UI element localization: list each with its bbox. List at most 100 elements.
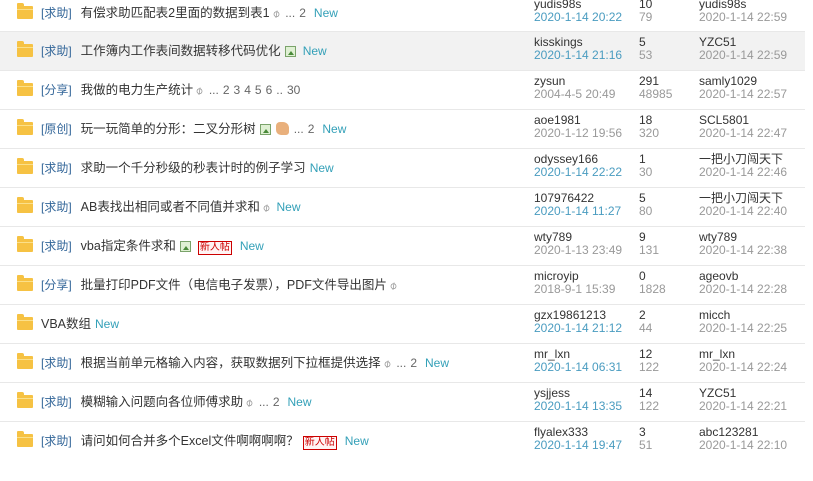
folder-icon xyxy=(17,431,33,447)
count-cell: 5 80 xyxy=(639,192,652,218)
last-post-time[interactable]: 2020-1-14 22:24 xyxy=(699,361,787,374)
thread-row: [求助] 模糊输入问题向各位师傅求助⌀... 2 New ysjjess 2020-1-1… xyxy=(0,383,805,422)
author-cell: microyip 2018-9-1 15:39 xyxy=(534,270,615,296)
last-post-time[interactable]: 2020-1-14 22:46 xyxy=(699,166,787,179)
new-badge-link[interactable]: New xyxy=(303,44,327,58)
new-badge-link[interactable]: New xyxy=(314,6,338,20)
last-post-time[interactable]: 2020-1-14 22:21 xyxy=(699,400,787,413)
new-badge-link[interactable]: New xyxy=(276,200,300,214)
folder-icon xyxy=(17,353,33,369)
thread-subject: [求助] 求助一个千分秒级的秒表计时的例子学习 New xyxy=(41,160,334,176)
post-date: 2020-1-12 19:56 xyxy=(534,126,623,140)
attachment-icon: ⌀ xyxy=(380,357,394,371)
last-post-time[interactable]: 2020-1-14 22:57 xyxy=(699,88,787,101)
page-link[interactable]: 2 xyxy=(410,356,417,370)
last-post-time[interactable]: 2020-1-14 22:47 xyxy=(699,127,787,140)
last-post-time[interactable]: 2020-1-14 22:38 xyxy=(699,244,787,257)
page-link[interactable]: 2 xyxy=(308,122,315,136)
thread-title-link[interactable]: 根据当前单元格输入内容，获取数据列下拉框提供选择 xyxy=(81,356,381,370)
post-date: 2020-1-13 23:49 xyxy=(534,243,623,257)
page-link[interactable]: 2 xyxy=(273,395,280,409)
last-post-cell: samly1029 2020-1-14 22:57 xyxy=(699,75,787,101)
new-badge-link[interactable]: New xyxy=(322,122,346,136)
thread-category[interactable]: [求助] xyxy=(41,356,72,370)
thread-category[interactable]: [分享] xyxy=(41,278,72,292)
page-link[interactable]: 6 xyxy=(266,83,273,97)
thread-row: [求助] vba指定条件求和 新人帖 New wty789 2020-1-13 23:49… xyxy=(0,227,805,266)
last-post-time[interactable]: 2020-1-14 22:59 xyxy=(699,49,787,62)
post-date: 2004-4-5 20:49 xyxy=(534,87,616,101)
folder-icon xyxy=(17,41,33,57)
new-badge-link[interactable]: New xyxy=(240,239,264,253)
view-count: 53 xyxy=(639,48,653,62)
thread-title-link[interactable]: 求助一个千分秒级的秒表计时的例子学习 xyxy=(81,161,306,175)
count-cell: 18 320 xyxy=(639,114,659,140)
count-cell: 5 53 xyxy=(639,36,652,62)
thread-row: [求助] 求助一个千分秒级的秒表计时的例子学习 New odyssey166 2020-… xyxy=(0,149,805,188)
thread-title-link[interactable]: 我做的电力生产统计 xyxy=(81,83,194,97)
count-cell: 3 51 xyxy=(639,426,652,452)
last-post-cell: YZC51 2020-1-14 22:21 xyxy=(699,387,787,413)
thread-title-link[interactable]: VBA数组 xyxy=(41,317,91,331)
pagination-ellipsis: ... xyxy=(258,395,269,409)
thread-row: [求助] 请问如何合并多个Excel文件啊啊啊啊？ 新人帖 New flyalex333… xyxy=(0,422,805,461)
page-link[interactable]: 2 xyxy=(299,6,306,20)
thread-title-link[interactable]: 工作簿内工作表间数据转移代码优化 xyxy=(81,44,281,58)
thread-subject: [求助] 请问如何合并多个Excel文件啊啊啊啊？ 新人帖 New xyxy=(41,433,369,450)
attachment-icon: ⌀ xyxy=(243,396,256,410)
thread-title-link[interactable]: 模糊输入问题向各位师傅求助 xyxy=(81,395,244,409)
thread-pagination: ... 2 xyxy=(259,395,284,409)
thread-category[interactable]: [分享] xyxy=(41,83,72,97)
last-post-time[interactable]: 2020-1-14 22:40 xyxy=(699,205,787,218)
thread-subject: [求助] vba指定条件求和 新人帖 New xyxy=(41,238,264,255)
thread-title-link[interactable]: 玩一玩简单的分形：二叉分形树 xyxy=(81,122,256,136)
count-cell: 2 44 xyxy=(639,309,652,335)
last-post-time[interactable]: 2020-1-14 22:28 xyxy=(699,283,787,296)
thread-category[interactable]: [求助] xyxy=(41,6,72,20)
thread-category[interactable]: [求助] xyxy=(41,434,72,448)
thread-subject: [求助] 根据当前单元格输入内容，获取数据列下拉框提供选择⌀... 2 New xyxy=(41,355,449,372)
thread-subject: [求助] 模糊输入问题向各位师傅求助⌀... 2 New xyxy=(41,394,312,411)
thread-title-link[interactable]: AB表找出相同或者不同值并求和 xyxy=(81,200,260,214)
post-date: 2020-1-14 21:12 xyxy=(534,321,623,335)
folder-icon xyxy=(17,119,33,135)
image-attachment-icon xyxy=(259,124,271,135)
thread-title-link[interactable]: vba指定条件求和 xyxy=(81,239,176,253)
count-cell: 0 1828 xyxy=(639,270,666,296)
page-link[interactable]: 4 xyxy=(244,83,251,97)
page-link[interactable]: 2 xyxy=(223,83,230,97)
author-cell: aoe1981 2020-1-12 19:56 xyxy=(534,114,622,140)
thread-category[interactable]: [求助] xyxy=(41,200,72,214)
thread-pagination: ... 2 xyxy=(396,356,421,370)
thread-category[interactable]: [求助] xyxy=(41,239,72,253)
pagination-ellipsis: .. xyxy=(276,83,283,97)
thread-category[interactable]: [求助] xyxy=(41,44,72,58)
last-post-cell: wty789 2020-1-14 22:38 xyxy=(699,231,787,257)
new-badge-link[interactable]: New xyxy=(345,434,369,448)
new-badge-link[interactable]: New xyxy=(288,395,312,409)
last-post-cell: SCL5801 2020-1-14 22:47 xyxy=(699,114,787,140)
author-cell: kisskings 2020-1-14 21:16 xyxy=(534,36,622,62)
thread-title-link[interactable]: 批量打印PDF文件（电信电子发票），PDF文件导出图片 xyxy=(81,278,387,292)
new-badge-link[interactable]: New xyxy=(425,356,449,370)
attachment-icon: ⌀ xyxy=(260,201,273,215)
thread-row: VBA数组 New gzx19861213 2020-1-14 21:12 2 44 mic… xyxy=(0,305,805,344)
thread-category[interactable]: [求助] xyxy=(41,161,72,175)
thread-title-link[interactable]: 请问如何合并多个Excel文件啊啊啊啊？ xyxy=(81,434,299,448)
last-post-time[interactable]: 2020-1-14 22:59 xyxy=(699,11,787,24)
page-link[interactable]: 3 xyxy=(234,83,241,97)
last-post-time[interactable]: 2020-1-14 22:25 xyxy=(699,322,787,335)
new-badge-link[interactable]: New xyxy=(95,317,119,331)
thread-row: [求助] 根据当前单元格输入内容，获取数据列下拉框提供选择⌀... 2 New mr_l… xyxy=(0,344,805,383)
page-link[interactable]: 30 xyxy=(287,83,300,97)
newbie-badge: 新人帖 xyxy=(302,436,337,450)
page-link[interactable]: 5 xyxy=(255,83,262,97)
thread-category[interactable]: [求助] xyxy=(41,395,72,409)
view-count: 131 xyxy=(639,243,660,257)
thread-category[interactable]: [原创] xyxy=(41,122,72,136)
new-badge-link[interactable]: New xyxy=(310,161,334,175)
last-post-time[interactable]: 2020-1-14 22:10 xyxy=(699,439,787,452)
post-date: 2020-1-14 06:31 xyxy=(534,360,623,374)
thread-row: [求助] 工作簿内工作表间数据转移代码优化 New kisskings 2020-1-1… xyxy=(0,32,805,71)
thread-title-link[interactable]: 有偿求助匹配表2里面的数据到表1 xyxy=(81,6,270,20)
